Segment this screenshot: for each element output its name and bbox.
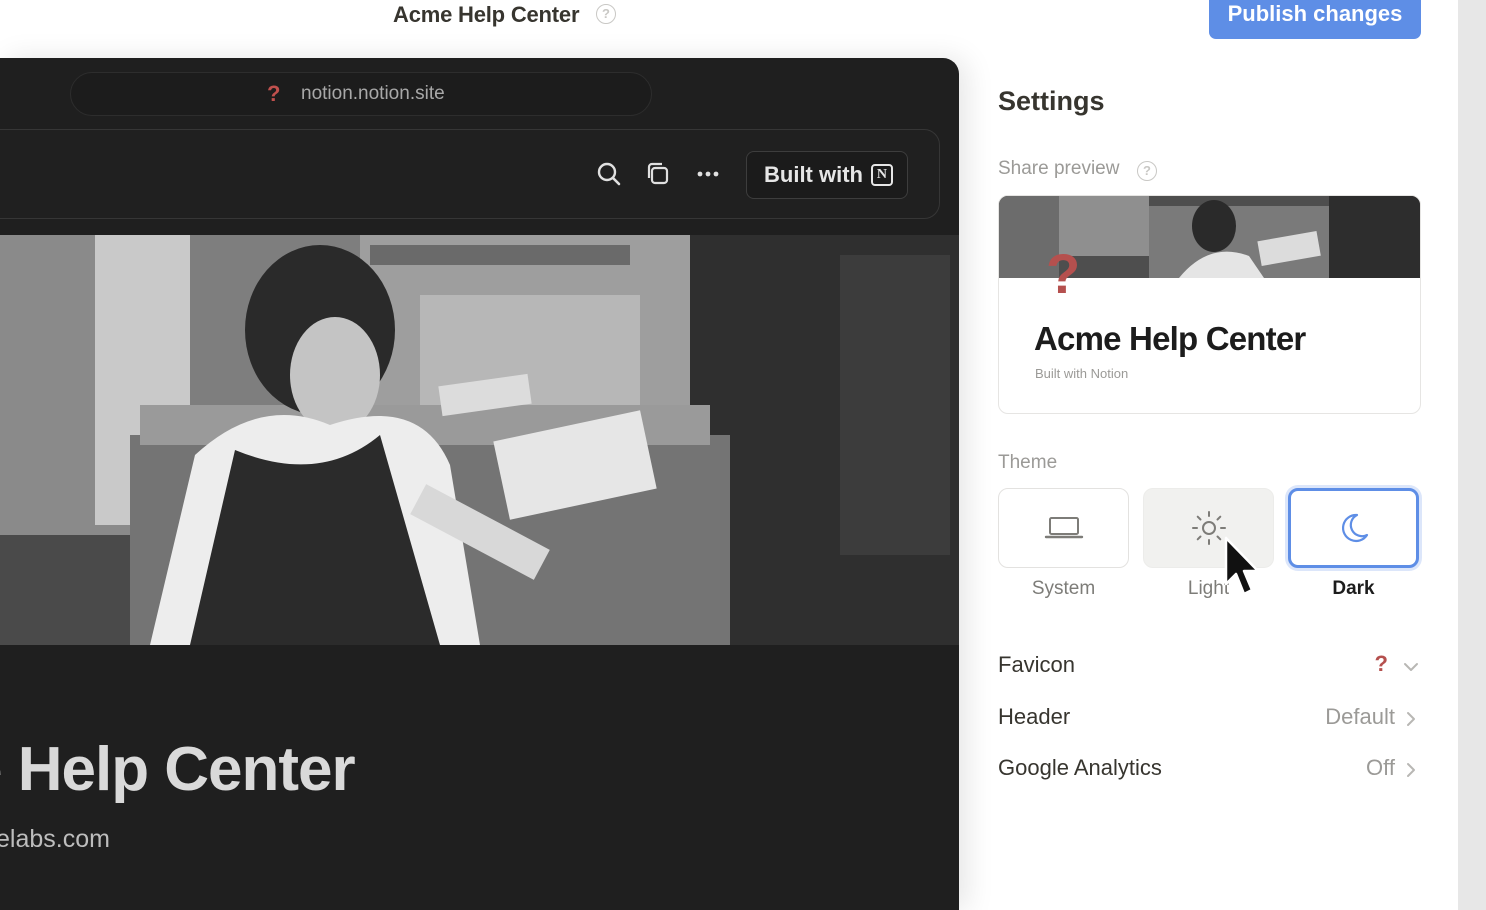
share-preview-label: Share preview [998, 158, 1120, 179]
help-icon[interactable]: ? [596, 4, 616, 24]
favicon-value: ? [1374, 651, 1388, 676]
share-preview-card: ? Acme Help Center Built with Notion [998, 195, 1421, 414]
search-icon[interactable] [594, 159, 624, 189]
google-analytics-row[interactable]: Google Analytics Off [998, 755, 1422, 789]
moon-icon [1341, 513, 1368, 542]
url-bar[interactable]: ? notion.notion.site [70, 72, 652, 116]
mouse-cursor-icon [1224, 536, 1260, 596]
share-preview-subtitle: Built with Notion [1035, 366, 1129, 381]
site-title: Acme Help Center [393, 2, 580, 27]
laptop-icon [1044, 517, 1083, 539]
settings-panel: Settings Share preview ? ? Acme Help Cen… [998, 0, 1422, 910]
chevron-right-icon [1407, 712, 1415, 726]
theme-option-dark-label: Dark [1332, 578, 1375, 599]
chevron-right-icon [1407, 763, 1415, 777]
theme-label: Theme [998, 452, 1058, 473]
theme-option-dark[interactable] [1288, 488, 1419, 568]
theme-option-system-label: System [1031, 578, 1096, 599]
favicon-row[interactable]: Favicon ? [998, 651, 1422, 686]
more-icon[interactable] [693, 159, 723, 189]
hero-title: e Help Center [0, 735, 356, 804]
header-row[interactable]: Header Default [998, 704, 1422, 738]
cover-photo-illustration [0, 235, 959, 645]
favicon-icon: ? [267, 81, 281, 106]
built-with-notion-button[interactable]: Built with N [746, 151, 908, 199]
share-preview-title: Acme Help Center [1034, 320, 1306, 357]
hero-domain: elabs.com [0, 825, 110, 853]
duplicate-icon[interactable] [643, 159, 673, 189]
google-analytics-value: Off [1366, 755, 1395, 780]
sun-icon [1191, 511, 1226, 545]
settings-title: Settings [998, 86, 1105, 116]
built-with-label: Built with [764, 162, 863, 187]
theme-option-system[interactable] [998, 488, 1129, 568]
google-analytics-label: Google Analytics [998, 755, 1162, 780]
header-value: Default [1325, 704, 1395, 729]
help-icon[interactable]: ? [1137, 161, 1157, 181]
site-preview: ? notion.notion.site Built with N e Help… [0, 58, 959, 910]
chevron-down-icon [1404, 663, 1418, 671]
favicon-label: Favicon [998, 652, 1076, 677]
window-edge [1458, 0, 1486, 910]
header-label: Header [998, 704, 1071, 729]
site-nav-bar: Built with N [0, 129, 940, 219]
cover-image [0, 235, 959, 645]
notion-logo-icon: N [870, 164, 893, 186]
url-text: notion.notion.site [301, 83, 445, 104]
share-favicon-icon: ? [1046, 242, 1081, 305]
